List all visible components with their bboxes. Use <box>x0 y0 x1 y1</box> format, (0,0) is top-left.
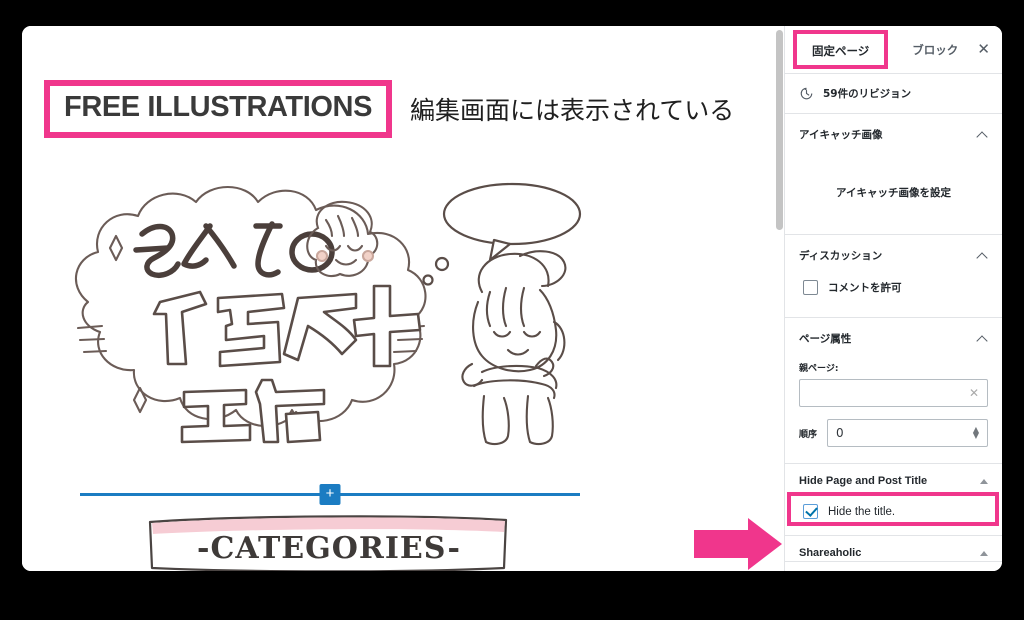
allow-comments-label: コメントを許可 <box>828 282 902 294</box>
sidebar-scrollbar-thumb[interactable] <box>776 30 783 230</box>
illustration-image-block[interactable] <box>50 174 610 464</box>
panel-page-attributes-header[interactable]: ページ属性 <box>785 318 1002 359</box>
annotation-text: 編集画面には表示されている <box>410 96 735 125</box>
panel-page-attributes-body: 親ページ: ✕ 順序 0 ▲ ▼ <box>785 361 1002 463</box>
history-icon <box>800 87 813 100</box>
stepper-down-icon[interactable]: ▼ <box>973 432 979 440</box>
post-editor-canvas[interactable]: FREE ILLUSTRATIONS 編集画面には表示されている + -CATE… <box>22 26 784 571</box>
order-row: 順序 0 ▲ ▼ <box>799 419 988 447</box>
order-value: 0 <box>836 426 844 440</box>
order-input[interactable]: 0 ▲ ▼ <box>827 419 988 447</box>
panel-featured-image-body: アイキャッチ画像を設定 <box>785 155 1002 234</box>
stepper-icon[interactable]: ▲ ▼ <box>973 426 979 440</box>
post-title-highlight-box: FREE ILLUSTRATIONS <box>44 80 393 138</box>
panel-featured-image: アイキャッチ画像 アイキャッチ画像を設定 <box>785 114 1002 235</box>
block-inserter-row[interactable]: + <box>80 484 580 505</box>
post-title[interactable]: FREE ILLUSTRATIONS <box>64 91 372 124</box>
panel-discussion: ディスカッション コメントを許可 <box>785 235 1002 318</box>
categories-banner-block[interactable]: -CATEGORIES- <box>144 510 514 571</box>
sidebar-content: 59件のリビジョン アイキャッチ画像 アイキャッチ画像を設定 ディスカッション <box>785 74 1002 571</box>
close-icon[interactable]: ✕ <box>977 42 990 57</box>
metabox-shareaholic-title: Shareaholic <box>799 547 862 559</box>
categories-banner-text: -CATEGORIES- <box>197 531 461 566</box>
metabox-hide-title-title: Hide Page and Post Title <box>799 475 928 487</box>
allow-comments-row[interactable]: コメントを許可 <box>799 276 988 301</box>
sidebar-scrollbar[interactable] <box>776 30 783 571</box>
revisions-label: 59件のリビジョン <box>823 88 912 100</box>
fukuchi-illustration <box>74 182 582 446</box>
panel-discussion-header[interactable]: ディスカッション <box>785 235 1002 276</box>
chevron-up-icon[interactable] <box>977 129 988 140</box>
arrow-right-icon <box>694 518 782 570</box>
caret-up-icon[interactable] <box>980 550 988 556</box>
hide-the-title-row[interactable]: Hide the title. <box>799 500 988 525</box>
allow-comments-checkbox[interactable] <box>803 280 818 295</box>
screenshot-stage: FREE ILLUSTRATIONS 編集画面には表示されている + -CATE… <box>0 0 1024 620</box>
chevron-up-icon[interactable] <box>977 250 988 261</box>
parent-page-label: 親ページ: <box>799 364 839 374</box>
settings-sidebar: 固定ページ ブロック ✕ 59件のリビジョン アイキャッチ画像 アイキャッチ画像… <box>776 26 1002 571</box>
categories-banner-image: -CATEGORIES- <box>148 515 508 571</box>
metabox-shareaholic-header[interactable]: Shareaholic <box>785 536 1002 561</box>
panel-discussion-body: コメントを許可 <box>785 276 1002 317</box>
revisions-row[interactable]: 59件のリビジョン <box>785 74 1002 114</box>
pink-arrow-annotation <box>694 516 782 571</box>
hide-the-title-label: Hide the title. <box>828 505 896 518</box>
chevron-up-icon[interactable] <box>977 333 988 344</box>
hide-the-title-checkbox[interactable] <box>803 504 818 519</box>
panel-page-attributes: ページ属性 親ページ: ✕ 順序 0 ▲ ▼ <box>785 318 1002 464</box>
post-title-row: FREE ILLUSTRATIONS 編集画面には表示されている <box>22 78 784 140</box>
tab-page[interactable]: 固定ページ <box>806 44 875 58</box>
panel-featured-image-header[interactable]: アイキャッチ画像 <box>785 114 1002 155</box>
tab-block[interactable]: ブロック <box>906 42 964 58</box>
panel-discussion-title: ディスカッション <box>799 250 883 262</box>
metabox-shareaholic: Shareaholic <box>785 536 1002 562</box>
set-featured-image-button[interactable]: アイキャッチ画像を設定 <box>836 187 951 199</box>
metabox-hide-page-and-post-title: Hide Page and Post Title Hide the title. <box>785 464 1002 536</box>
sidebar-tab-bar: 固定ページ ブロック ✕ <box>785 26 1002 74</box>
panel-page-attributes-title: ページ属性 <box>799 333 852 345</box>
order-label: 順序 <box>799 429 818 440</box>
metabox-hide-title-header[interactable]: Hide Page and Post Title <box>785 464 1002 496</box>
caret-up-icon[interactable] <box>980 478 988 484</box>
wordpress-editor-window: FREE ILLUSTRATIONS 編集画面には表示されている + -CATE… <box>22 26 1002 571</box>
tab-page-highlight-box: 固定ページ <box>793 30 889 69</box>
clear-icon[interactable]: ✕ <box>969 386 979 400</box>
metabox-hide-title-body: Hide the title. <box>785 496 1002 535</box>
add-block-button[interactable]: + <box>319 484 341 505</box>
panel-featured-image-title: アイキャッチ画像 <box>799 129 883 141</box>
parent-page-input[interactable]: ✕ <box>799 379 988 407</box>
